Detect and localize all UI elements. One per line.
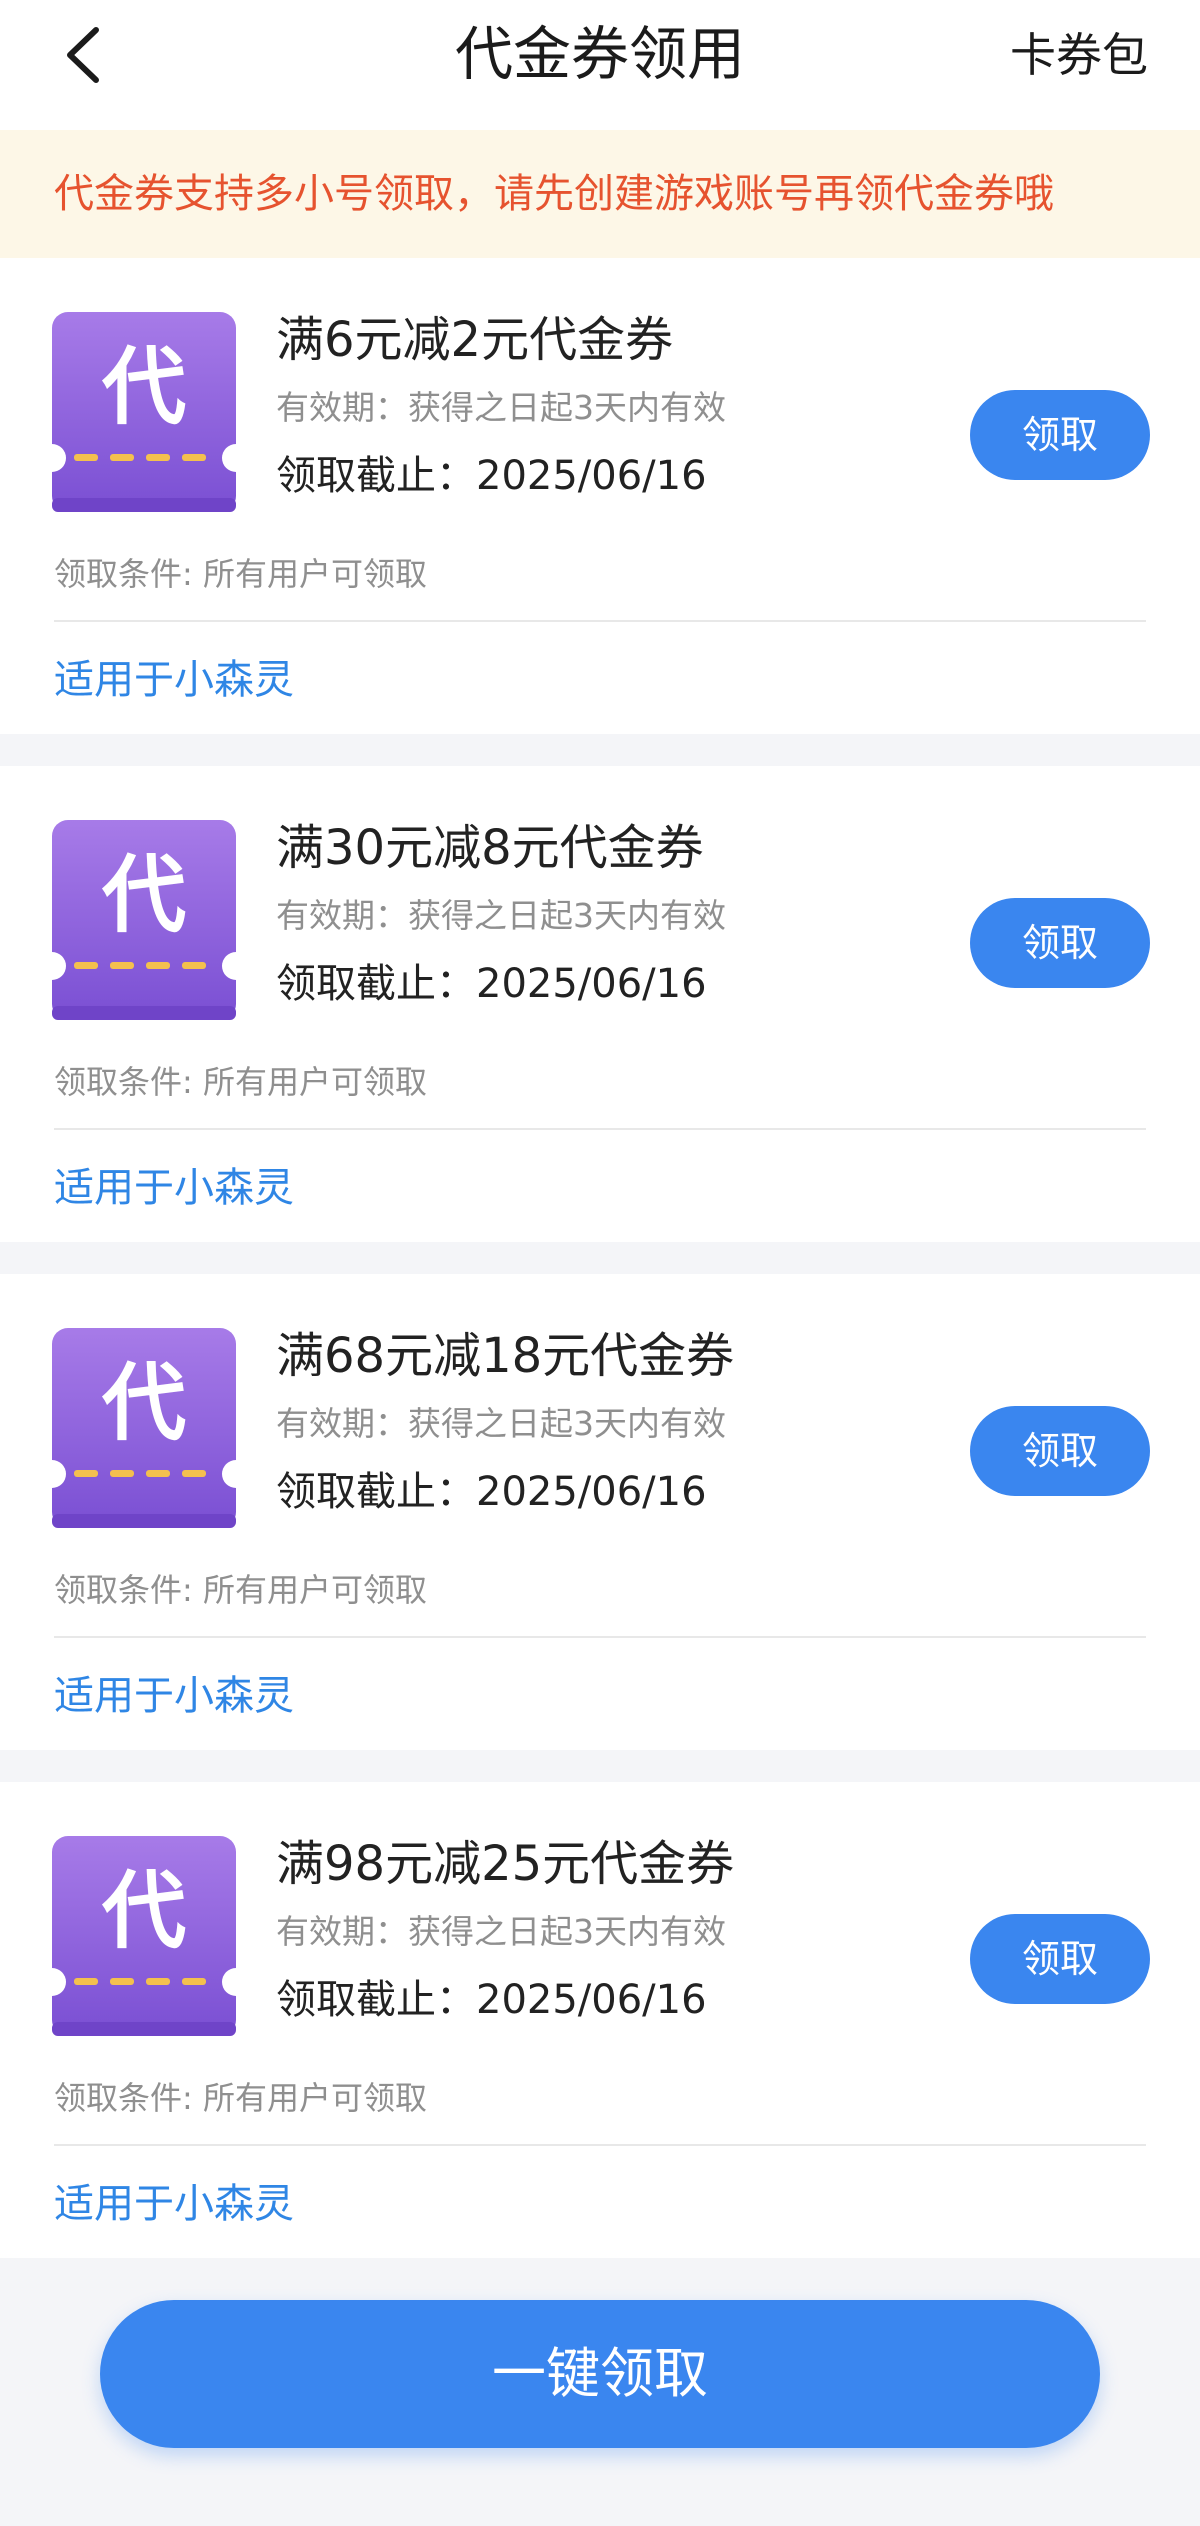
coupon-card: 代 满68元减18元代金券 有效期：获得之日起3天内有效 领取截止：2025/0… <box>0 1274 1200 1750</box>
divider <box>54 620 1146 622</box>
applicable-game-link[interactable]: 适用于小森灵 <box>54 2176 294 2232</box>
claim-button[interactable]: 领取 <box>970 898 1150 988</box>
back-button[interactable] <box>52 20 122 90</box>
coupon-card: 代 满6元减2元代金券 有效期：获得之日起3天内有效 领取截止：2025/06/… <box>0 258 1200 734</box>
claim-all-button[interactable]: 一键领取 <box>100 2300 1100 2448</box>
coupon-list: 代 满6元减2元代金券 有效期：获得之日起3天内有效 领取截止：2025/06/… <box>0 258 1200 2258</box>
chevron-left-icon <box>67 27 99 83</box>
applicable-game-link[interactable]: 适用于小森灵 <box>54 652 294 708</box>
svg-text:代: 代 <box>101 846 186 944</box>
coupon-title: 满30元减8元代金券 <box>276 820 704 876</box>
coupon-condition: 领取条件: 所有用户可领取 <box>54 1571 427 1609</box>
divider <box>54 1636 1146 1638</box>
claim-button[interactable]: 领取 <box>970 1914 1150 2004</box>
claim-button[interactable]: 领取 <box>970 390 1150 480</box>
coupon-condition: 领取条件: 所有用户可领取 <box>54 1063 427 1101</box>
bottom-action-bar: 一键领取 <box>0 2260 1200 2526</box>
top-navbar: 代金券领用 卡券包 <box>0 0 1200 130</box>
coupon-condition: 领取条件: 所有用户可领取 <box>54 555 427 593</box>
svg-text:代: 代 <box>101 1862 186 1960</box>
coupon-title: 满68元减18元代金券 <box>276 1328 735 1384</box>
applicable-game-link[interactable]: 适用于小森灵 <box>54 1160 294 1216</box>
coupon-validity: 有效期：获得之日起3天内有效 <box>276 896 726 935</box>
coupon-condition: 领取条件: 所有用户可领取 <box>54 2079 427 2117</box>
svg-text:代: 代 <box>101 338 186 436</box>
coupon-validity: 有效期：获得之日起3天内有效 <box>276 1404 726 1443</box>
coupon-title: 满98元减25元代金券 <box>276 1836 735 1892</box>
coupon-voucher-icon: 代 <box>52 1328 236 1528</box>
coupon-title: 满6元减2元代金券 <box>276 312 674 368</box>
divider <box>54 2144 1146 2146</box>
svg-text:代: 代 <box>101 1354 186 1452</box>
coupon-voucher-icon: 代 <box>52 1836 236 2036</box>
applicable-game-link[interactable]: 适用于小森灵 <box>54 1668 294 1724</box>
coupon-deadline: 领取截止：2025/06/16 <box>276 961 707 1007</box>
divider <box>54 1128 1146 1130</box>
coupon-voucher-icon: 代 <box>52 820 236 1020</box>
claim-button[interactable]: 领取 <box>970 1406 1150 1496</box>
coupon-validity: 有效期：获得之日起3天内有效 <box>276 1912 726 1951</box>
card-wallet-link[interactable]: 卡券包 <box>1010 22 1148 88</box>
coupon-deadline: 领取截止：2025/06/16 <box>276 1469 707 1515</box>
coupon-voucher-icon: 代 <box>52 312 236 512</box>
coupon-card: 代 满30元减8元代金券 有效期：获得之日起3天内有效 领取截止：2025/06… <box>0 766 1200 1242</box>
coupon-validity: 有效期：获得之日起3天内有效 <box>276 388 726 427</box>
coupon-deadline: 领取截止：2025/06/16 <box>276 453 707 499</box>
notice-banner: 代金券支持多小号领取，请先创建游戏账号再领代金券哦 <box>0 130 1200 258</box>
coupon-deadline: 领取截止：2025/06/16 <box>276 1977 707 2023</box>
coupon-card: 代 满98元减25元代金券 有效期：获得之日起3天内有效 领取截止：2025/0… <box>0 1782 1200 2258</box>
